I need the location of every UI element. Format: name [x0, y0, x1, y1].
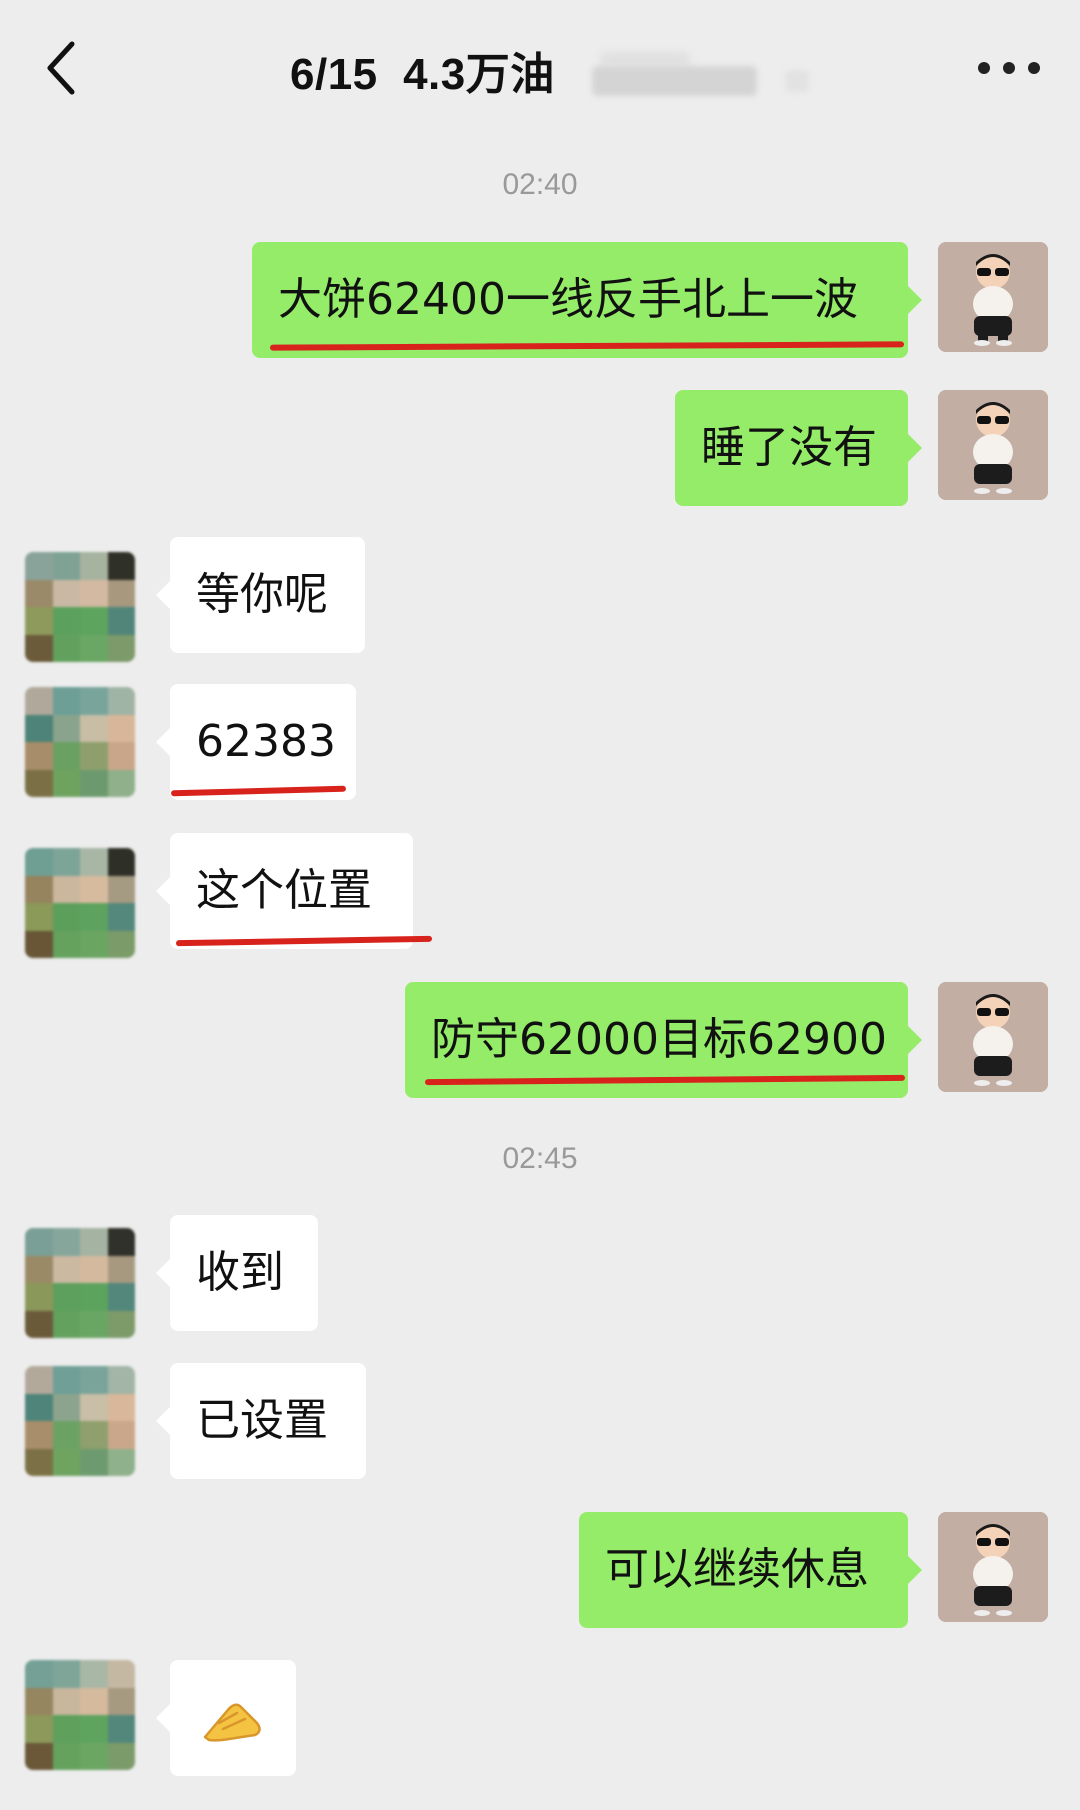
message-timestamp: 02:45	[502, 1142, 578, 1175]
cartoon-boy-avatar-icon	[938, 1512, 1048, 1622]
chat-bubble-sent[interactable]: 大饼62400一线反手北上一波	[252, 242, 922, 358]
contact-avatar-pixelated[interactable]	[25, 687, 135, 797]
chat-bubble-received[interactable]: 等你呢	[156, 537, 365, 653]
blurred-name-redaction	[600, 52, 690, 66]
message-text: 收到	[196, 1247, 284, 1298]
cartoon-boy-avatar-icon	[938, 390, 1048, 500]
chat-bubble-received[interactable]: 62383	[156, 684, 356, 800]
chat-bubble-sent[interactable]: 睡了没有	[675, 390, 922, 506]
cartoon-boy-avatar-icon	[938, 242, 1048, 352]
contact-avatar-pixelated[interactable]	[25, 1366, 135, 1476]
chat-title: 6/15 4.3万油	[290, 50, 555, 99]
blurred-name-redaction	[785, 70, 809, 92]
message-timestamp: 02:40	[502, 168, 578, 201]
contact-avatar-pixelated[interactable]	[25, 552, 135, 662]
more-options-button[interactable]	[976, 54, 1042, 82]
message-text: 睡了没有	[701, 422, 877, 473]
chat-bubble-received[interactable]: 收到	[156, 1215, 318, 1331]
folded-hands-emoji-icon	[203, 1703, 261, 1742]
chat-bubble-received[interactable]: 这个位置	[156, 833, 413, 949]
chat-bubble-received[interactable]	[156, 1660, 296, 1776]
message-text: 等你呢	[196, 569, 328, 620]
cartoon-boy-avatar-icon	[938, 982, 1048, 1092]
chat-title-area: 6/15 4.3万油	[0, 0, 1080, 128]
blurred-name-redaction	[592, 66, 757, 96]
chat-bubble-received[interactable]: 已设置	[156, 1363, 366, 1479]
more-dots-icon	[978, 62, 990, 74]
message-text: 可以继续休息	[605, 1544, 869, 1595]
more-dots-icon-dot	[1003, 62, 1015, 74]
chat-header: 6/15 4.3万油	[0, 0, 1080, 128]
contact-avatar-pixelated[interactable]	[25, 1660, 135, 1770]
message-text: 防守62000目标62900	[431, 1014, 887, 1065]
chat-bubble-sent[interactable]: 可以继续休息	[579, 1512, 922, 1628]
message-text: 62383	[196, 716, 336, 767]
contact-avatar-pixelated[interactable]	[25, 1228, 135, 1338]
contact-avatar-pixelated[interactable]	[25, 848, 135, 958]
message-text: 大饼62400一线反手北上一波	[278, 274, 858, 325]
message-text: 已设置	[196, 1395, 328, 1446]
my-avatar[interactable]	[938, 982, 1048, 1092]
more-dots-icon-dot	[1028, 62, 1040, 74]
my-avatar[interactable]	[938, 242, 1048, 352]
message-text: 这个位置	[196, 865, 372, 916]
my-avatar[interactable]	[938, 390, 1048, 500]
my-avatar[interactable]	[938, 1512, 1048, 1622]
